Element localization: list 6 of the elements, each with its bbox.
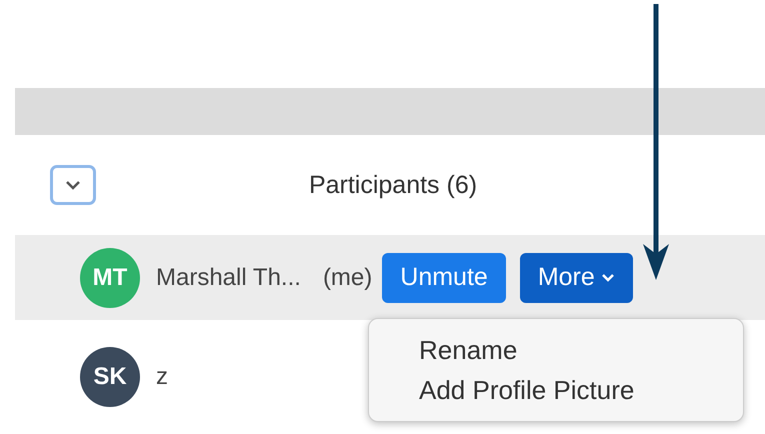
participant-name: z (156, 363, 168, 391)
avatar: MT (80, 248, 140, 308)
participants-title: Participants (6) (308, 170, 478, 200)
avatar: SK (80, 347, 140, 407)
me-tag: (me) (322, 264, 372, 292)
participant-name: Marshall Th... (156, 264, 301, 292)
